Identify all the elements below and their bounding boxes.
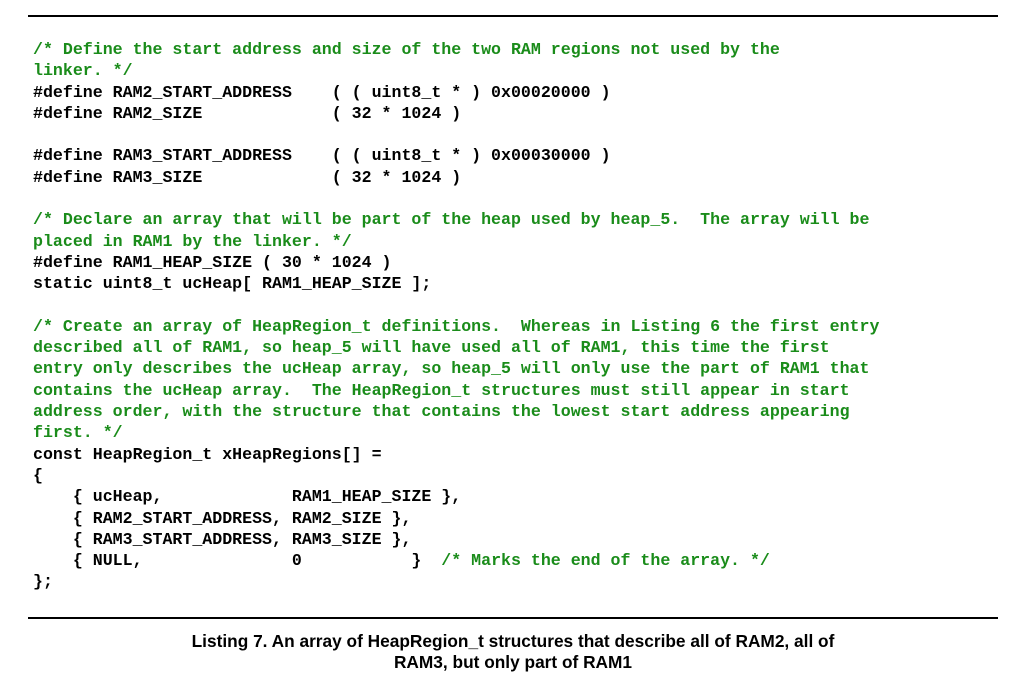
code-text: contains the ucHeap array. The HeapRegio… <box>33 380 850 400</box>
code-text: #define RAM1_HEAP_SIZE ( 30 * 1024 ) <box>33 252 392 272</box>
listing-caption: Listing 7. An array of HeapRegion_t stru… <box>28 631 998 673</box>
code-listing: /* Define the start address and size of … <box>33 39 998 593</box>
code-line: #define RAM3_SIZE ( 32 * 1024 ) <box>33 167 998 188</box>
code-text: #define RAM2_START_ADDRESS ( ( uint8_t *… <box>33 82 611 102</box>
code-text: }; <box>33 572 53 592</box>
code-text: static uint8_t ucHeap[ RAM1_HEAP_SIZE ]; <box>33 274 432 294</box>
code-text: described all of RAM1, so heap_5 will ha… <box>33 338 830 358</box>
code-line: { <box>33 465 998 486</box>
code-line: #define RAM2_START_ADDRESS ( ( uint8_t *… <box>33 82 998 103</box>
code-text: first. */ <box>33 423 123 443</box>
code-text: /* Declare an array that will be part of… <box>33 210 870 230</box>
code-comment-line: first. */ <box>33 422 998 443</box>
code-text: #define RAM3_SIZE ( 32 * 1024 ) <box>33 167 462 187</box>
code-line: #define RAM1_HEAP_SIZE ( 30 * 1024 ) <box>33 252 998 273</box>
code-text: #define RAM3_START_ADDRESS ( ( uint8_t *… <box>33 146 611 166</box>
code-line: #define RAM3_START_ADDRESS ( ( uint8_t *… <box>33 145 998 166</box>
code-comment-line: address order, with the structure that c… <box>33 401 998 422</box>
code-comment-line: entry only describes the ucHeap array, s… <box>33 358 998 379</box>
code-line: { RAM3_START_ADDRESS, RAM3_SIZE }, <box>33 529 998 550</box>
top-rule <box>28 15 998 17</box>
code-line: #define RAM2_SIZE ( 32 * 1024 ) <box>33 103 998 124</box>
code-comment-line: contains the ucHeap array. The HeapRegio… <box>33 380 998 401</box>
caption-line-2: RAM3, but only part of RAM1 <box>393 652 633 672</box>
code-text: linker. */ <box>33 61 133 81</box>
code-line: { ucHeap, RAM1_HEAP_SIZE }, <box>33 486 998 507</box>
code-line: { RAM2_START_ADDRESS, RAM2_SIZE }, <box>33 508 998 529</box>
code-comment-line: linker. */ <box>33 60 998 81</box>
code-text: { ucHeap, RAM1_HEAP_SIZE }, <box>33 487 462 507</box>
code-text: entry only describes the ucHeap array, s… <box>33 359 870 379</box>
code-text: placed in RAM1 by the linker. */ <box>33 231 352 251</box>
bottom-rule <box>28 617 998 619</box>
code-text: { RAM3_START_ADDRESS, RAM3_SIZE }, <box>33 529 412 549</box>
code-line: { NULL, 0 } /* Marks the end of the arra… <box>33 550 998 571</box>
code-comment-line: /* Define the start address and size of … <box>33 39 998 60</box>
code-comment-line: described all of RAM1, so heap_5 will ha… <box>33 337 998 358</box>
code-inline-comment: /* Marks the end of the array. */ <box>421 551 770 571</box>
code-line: static uint8_t ucHeap[ RAM1_HEAP_SIZE ]; <box>33 273 998 294</box>
code-text: /* Define the start address and size of … <box>33 40 780 59</box>
code-line: }; <box>33 571 998 592</box>
code-text: { <box>33 465 43 485</box>
code-text: address order, with the structure that c… <box>33 402 850 422</box>
code-text: { NULL, 0 } <box>33 551 422 571</box>
code-text: #define RAM2_SIZE ( 32 * 1024 ) <box>33 103 462 123</box>
caption-line-1: Listing 7. An array of HeapRegion_t stru… <box>191 631 835 651</box>
code-text: /* Create an array of HeapRegion_t defin… <box>33 316 880 336</box>
code-comment-line: /* Create an array of HeapRegion_t defin… <box>33 316 998 337</box>
code-comment-line: /* Declare an array that will be part of… <box>33 209 998 230</box>
code-text: const HeapRegion_t xHeapRegions[] = <box>33 444 382 464</box>
code-text: { RAM2_START_ADDRESS, RAM2_SIZE }, <box>33 508 412 528</box>
code-line: const HeapRegion_t xHeapRegions[] = <box>33 444 998 465</box>
code-comment-line: placed in RAM1 by the linker. */ <box>33 231 998 252</box>
